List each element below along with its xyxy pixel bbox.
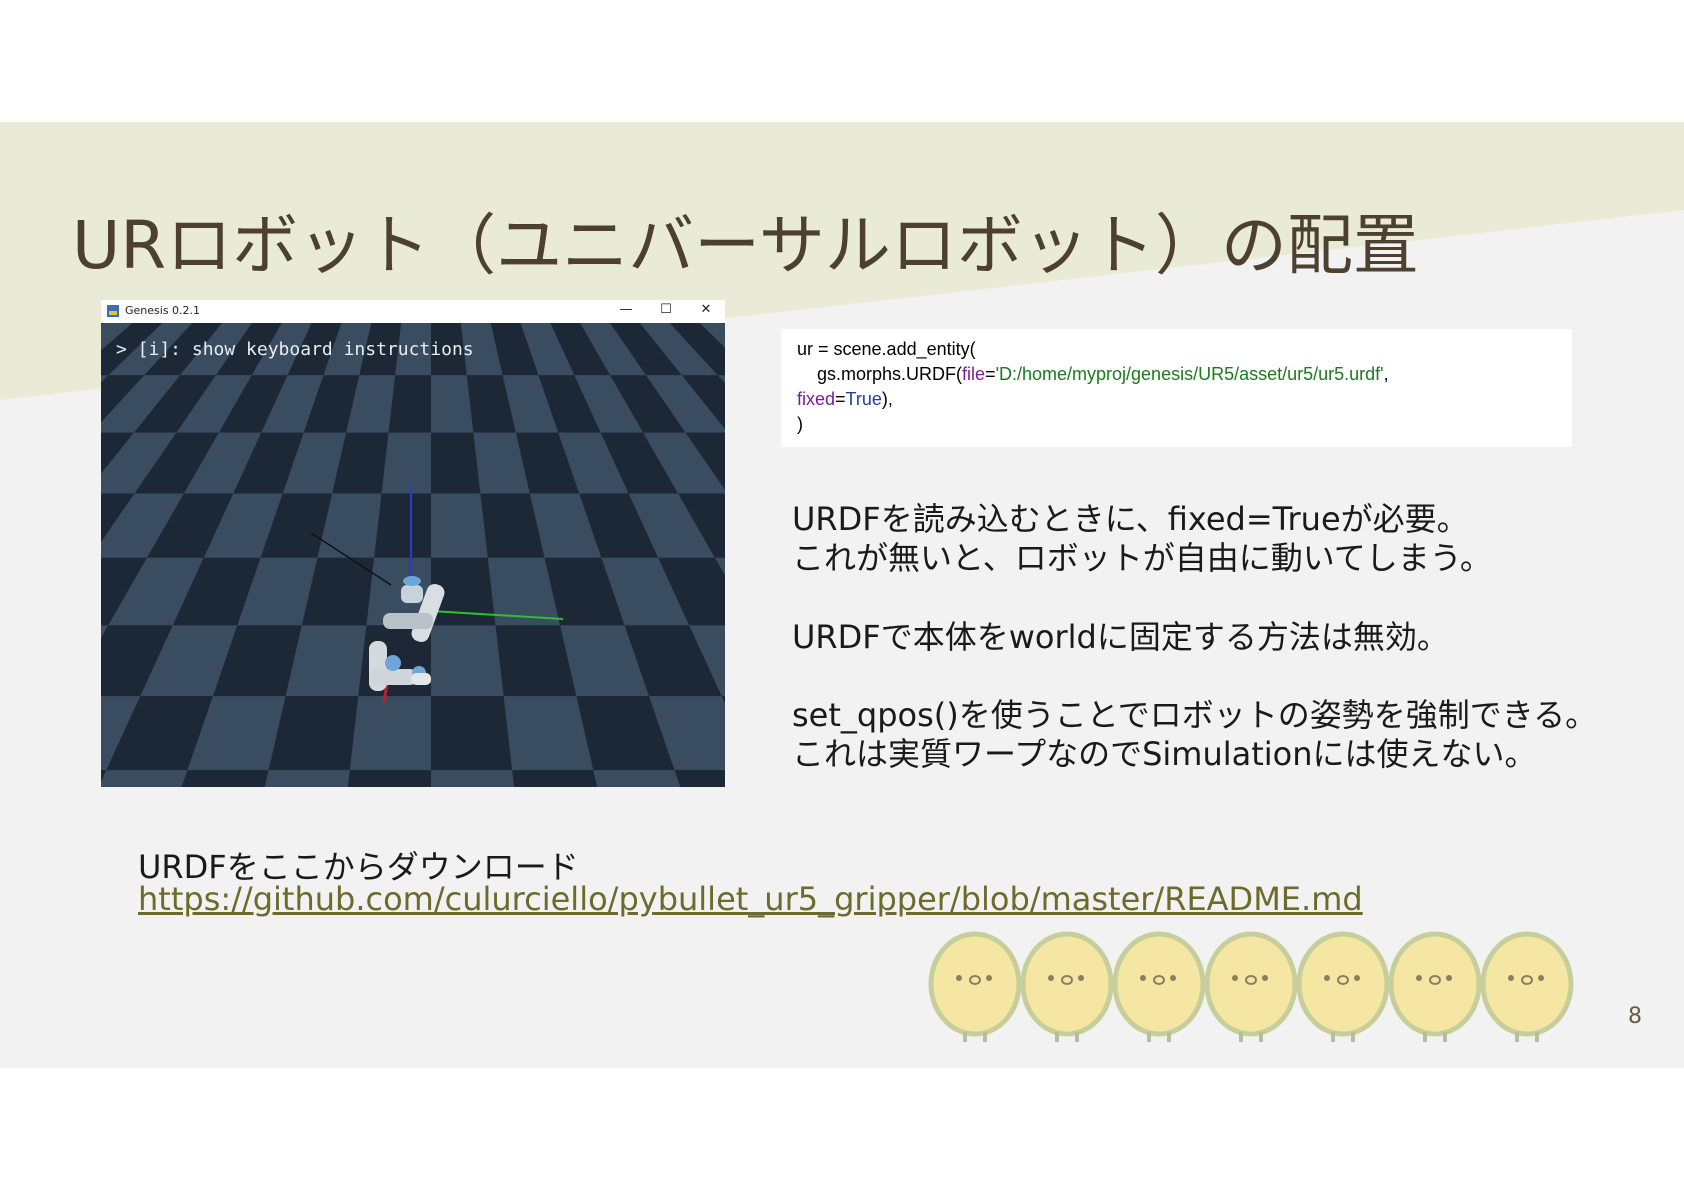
code-snippet: ur = scene.add_entity( gs.morphs.URDF(fi… <box>781 329 1572 447</box>
code-constant: True <box>845 389 882 409</box>
maximize-button[interactable]: ☐ <box>651 302 681 317</box>
note-warp: これは実質ワープなのでSimulationには使えない。 <box>792 735 1537 773</box>
minimize-button[interactable]: — <box>611 302 641 317</box>
code-text: gs.morphs.URDF( <box>797 364 963 384</box>
app-icon <box>107 305 119 317</box>
code-text: ), <box>881 389 893 409</box>
code-text: , <box>1383 364 1389 384</box>
code-keyword: file <box>962 364 986 384</box>
code-line-1: ur = scene.add_entity( <box>797 339 976 359</box>
chick-illustrations <box>928 931 1574 1042</box>
checker-floor <box>101 323 725 787</box>
code-text: = <box>835 389 846 409</box>
close-button[interactable]: ✕ <box>691 302 721 317</box>
genesis-window: Genesis 0.2.1 — ☐ ✕ > [i]: show keyboard… <box>101 300 725 787</box>
code-string: 'D:/home/myproj/genesis/UR5/asset/ur5/ur… <box>995 364 1384 384</box>
page-number: 8 <box>1628 1004 1642 1029</box>
slide-title: URロボット（ユニバーサルロボット）の配置 <box>72 207 1419 284</box>
code-line-2: gs.morphs.URDF(file='D:/home/myproj/gene… <box>797 364 1389 385</box>
code-line-4: ) <box>797 414 803 434</box>
note-free-movement: これが無いと、ロボットが自由に動いてしまう。 <box>792 539 1492 577</box>
note-world-fixed-invalid: URDFで本体をworldに固定する方法は無効。 <box>792 618 1449 656</box>
slide: URロボット（ユニバーサルロボット）の配置 Genesis 0.2.1 — ☐ … <box>0 122 1684 1068</box>
sim-viewport[interactable]: > [i]: show keyboard instructions <box>101 323 725 787</box>
window-titlebar: Genesis 0.2.1 — ☐ ✕ <box>101 300 725 323</box>
console-hint: > [i]: show keyboard instructions <box>116 339 474 360</box>
window-title: Genesis 0.2.1 <box>125 304 201 317</box>
code-text: = <box>985 364 996 384</box>
code-line-3: fixed=True), <box>797 389 893 410</box>
code-keyword: fixed <box>797 389 836 409</box>
